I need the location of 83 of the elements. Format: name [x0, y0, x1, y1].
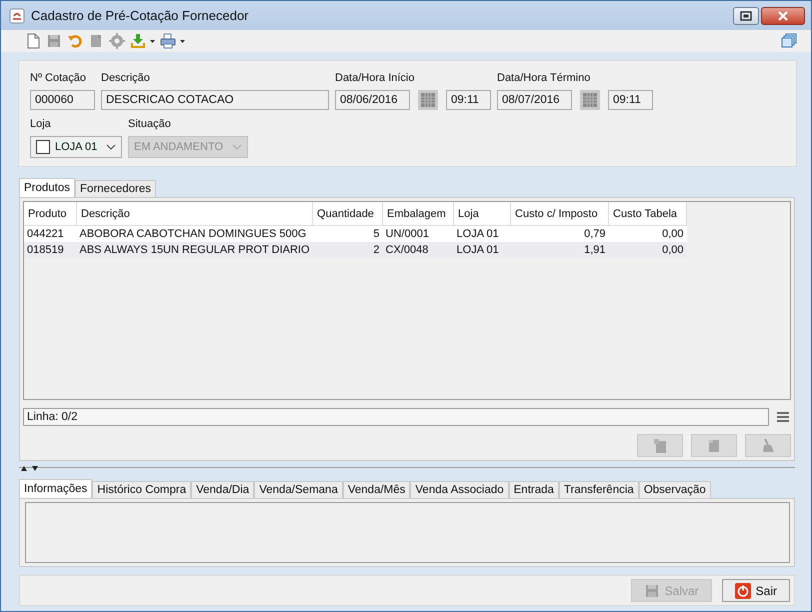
field-label: Situação	[128, 117, 172, 131]
date-field[interactable]: 08/06/2016	[335, 90, 410, 110]
document-icon	[25, 33, 41, 49]
table-cell: 044221	[24, 226, 76, 242]
table-cell: 1,91	[510, 242, 609, 258]
column-header[interactable]: Quantidade	[312, 202, 383, 226]
tab[interactable]: Entrada	[508, 481, 559, 498]
time-field[interactable]: 09:11	[446, 90, 491, 110]
table-cell: 5	[312, 226, 383, 242]
time-field[interactable]: 09:11	[608, 90, 653, 110]
dropdown-arrow-icon	[150, 40, 155, 42]
tab[interactable]: Fornecedores	[75, 180, 156, 197]
app-icon	[9, 8, 25, 24]
table-cell: UN/0001	[382, 226, 454, 242]
page-icon	[706, 438, 722, 454]
download-tray-icon	[130, 33, 146, 49]
tab[interactable]: Histórico Compra	[92, 481, 192, 498]
close-button[interactable]	[761, 7, 805, 25]
windows-icon	[781, 33, 797, 49]
field-label: Descrição	[101, 71, 151, 85]
toolbar-button[interactable]	[130, 31, 155, 51]
close-icon	[777, 11, 789, 21]
status-field: Linha: 0/2	[23, 408, 769, 426]
tab[interactable]: Venda/Dia	[191, 481, 254, 498]
table-cell: ABOBORA CABOTCHAN DOMINGUES 500G	[76, 226, 313, 242]
button[interactable]: Sair	[722, 579, 790, 602]
restore-icon	[740, 11, 752, 21]
column-header[interactable]: Custo c/ Imposto	[510, 202, 609, 226]
table-cell: ABS ALWAYS 15UN REGULAR PROT DIARIO	[76, 242, 313, 258]
dropdown-arrow-icon	[180, 40, 185, 42]
tab[interactable]: Produtos	[19, 178, 76, 197]
calendar-button[interactable]	[418, 90, 438, 110]
column-header[interactable]: Loja	[454, 202, 511, 226]
calendar-icon	[421, 93, 435, 107]
restore-button[interactable]	[733, 7, 759, 25]
tab[interactable]: Transferência	[558, 481, 639, 498]
floppy-icon	[644, 582, 660, 598]
settings-icon	[109, 33, 125, 49]
table-cell: LOJA 01	[454, 242, 511, 258]
column-header[interactable]: Produto	[24, 202, 76, 226]
page-icon	[88, 33, 104, 49]
field-label: Data/Hora Início	[335, 71, 416, 85]
tab[interactable]: Venda/Mês	[342, 481, 410, 498]
window-title: Cadastro de Pré-Cotação Fornecedor	[31, 8, 250, 23]
dropdown-value: EM ANDAMENTO	[134, 141, 224, 153]
column-header[interactable]: Descrição	[76, 202, 313, 226]
field-label: Data/Hora Término	[497, 71, 592, 85]
undo-arrow-icon	[67, 33, 83, 49]
input-field[interactable]: 000060	[30, 90, 95, 110]
calendar-icon	[583, 93, 597, 107]
menu-button[interactable]	[775, 412, 791, 422]
field-label: Loja	[30, 117, 52, 131]
column-header[interactable]: Embalagem	[382, 202, 454, 226]
floppy-icon	[46, 33, 62, 49]
toolbar-button[interactable]	[25, 31, 41, 51]
printer-icon	[160, 33, 176, 49]
table-cell: LOJA 01	[454, 226, 511, 242]
chevron-down-icon	[106, 144, 116, 150]
checkbox[interactable]	[36, 140, 50, 154]
chevron-down-icon	[232, 144, 242, 150]
table-cell: 0,00	[608, 226, 687, 242]
broom-icon	[760, 438, 776, 454]
column-header[interactable]: Custo Tabela	[608, 202, 687, 226]
table-cell: CX/0048	[382, 242, 454, 258]
table-cell: 018519	[24, 242, 76, 258]
input-field[interactable]: DESCRICAO COTACAO	[101, 90, 329, 110]
table-cell: 0,00	[608, 242, 687, 258]
field-label: Nº Cotação	[30, 71, 87, 85]
power-icon	[734, 582, 751, 598]
table-cell: 0,79	[510, 226, 609, 242]
tab[interactable]: Venda Associado	[410, 481, 509, 498]
toolbar-button[interactable]	[160, 31, 185, 51]
dropdown[interactable]: LOJA 01	[30, 136, 122, 158]
tab[interactable]: Informações	[19, 479, 92, 498]
tab[interactable]: Observação	[638, 481, 711, 498]
dropdown-value: LOJA 01	[55, 141, 101, 153]
menu-icon	[777, 412, 789, 422]
collapse-arrows-icon	[21, 466, 39, 471]
calendar-button[interactable]	[580, 90, 600, 110]
table-cell: 2	[312, 242, 383, 258]
date-field[interactable]: 08/07/2016	[497, 90, 572, 110]
tab[interactable]: Venda/Semana	[254, 481, 343, 498]
page-plus-icon	[652, 438, 668, 454]
